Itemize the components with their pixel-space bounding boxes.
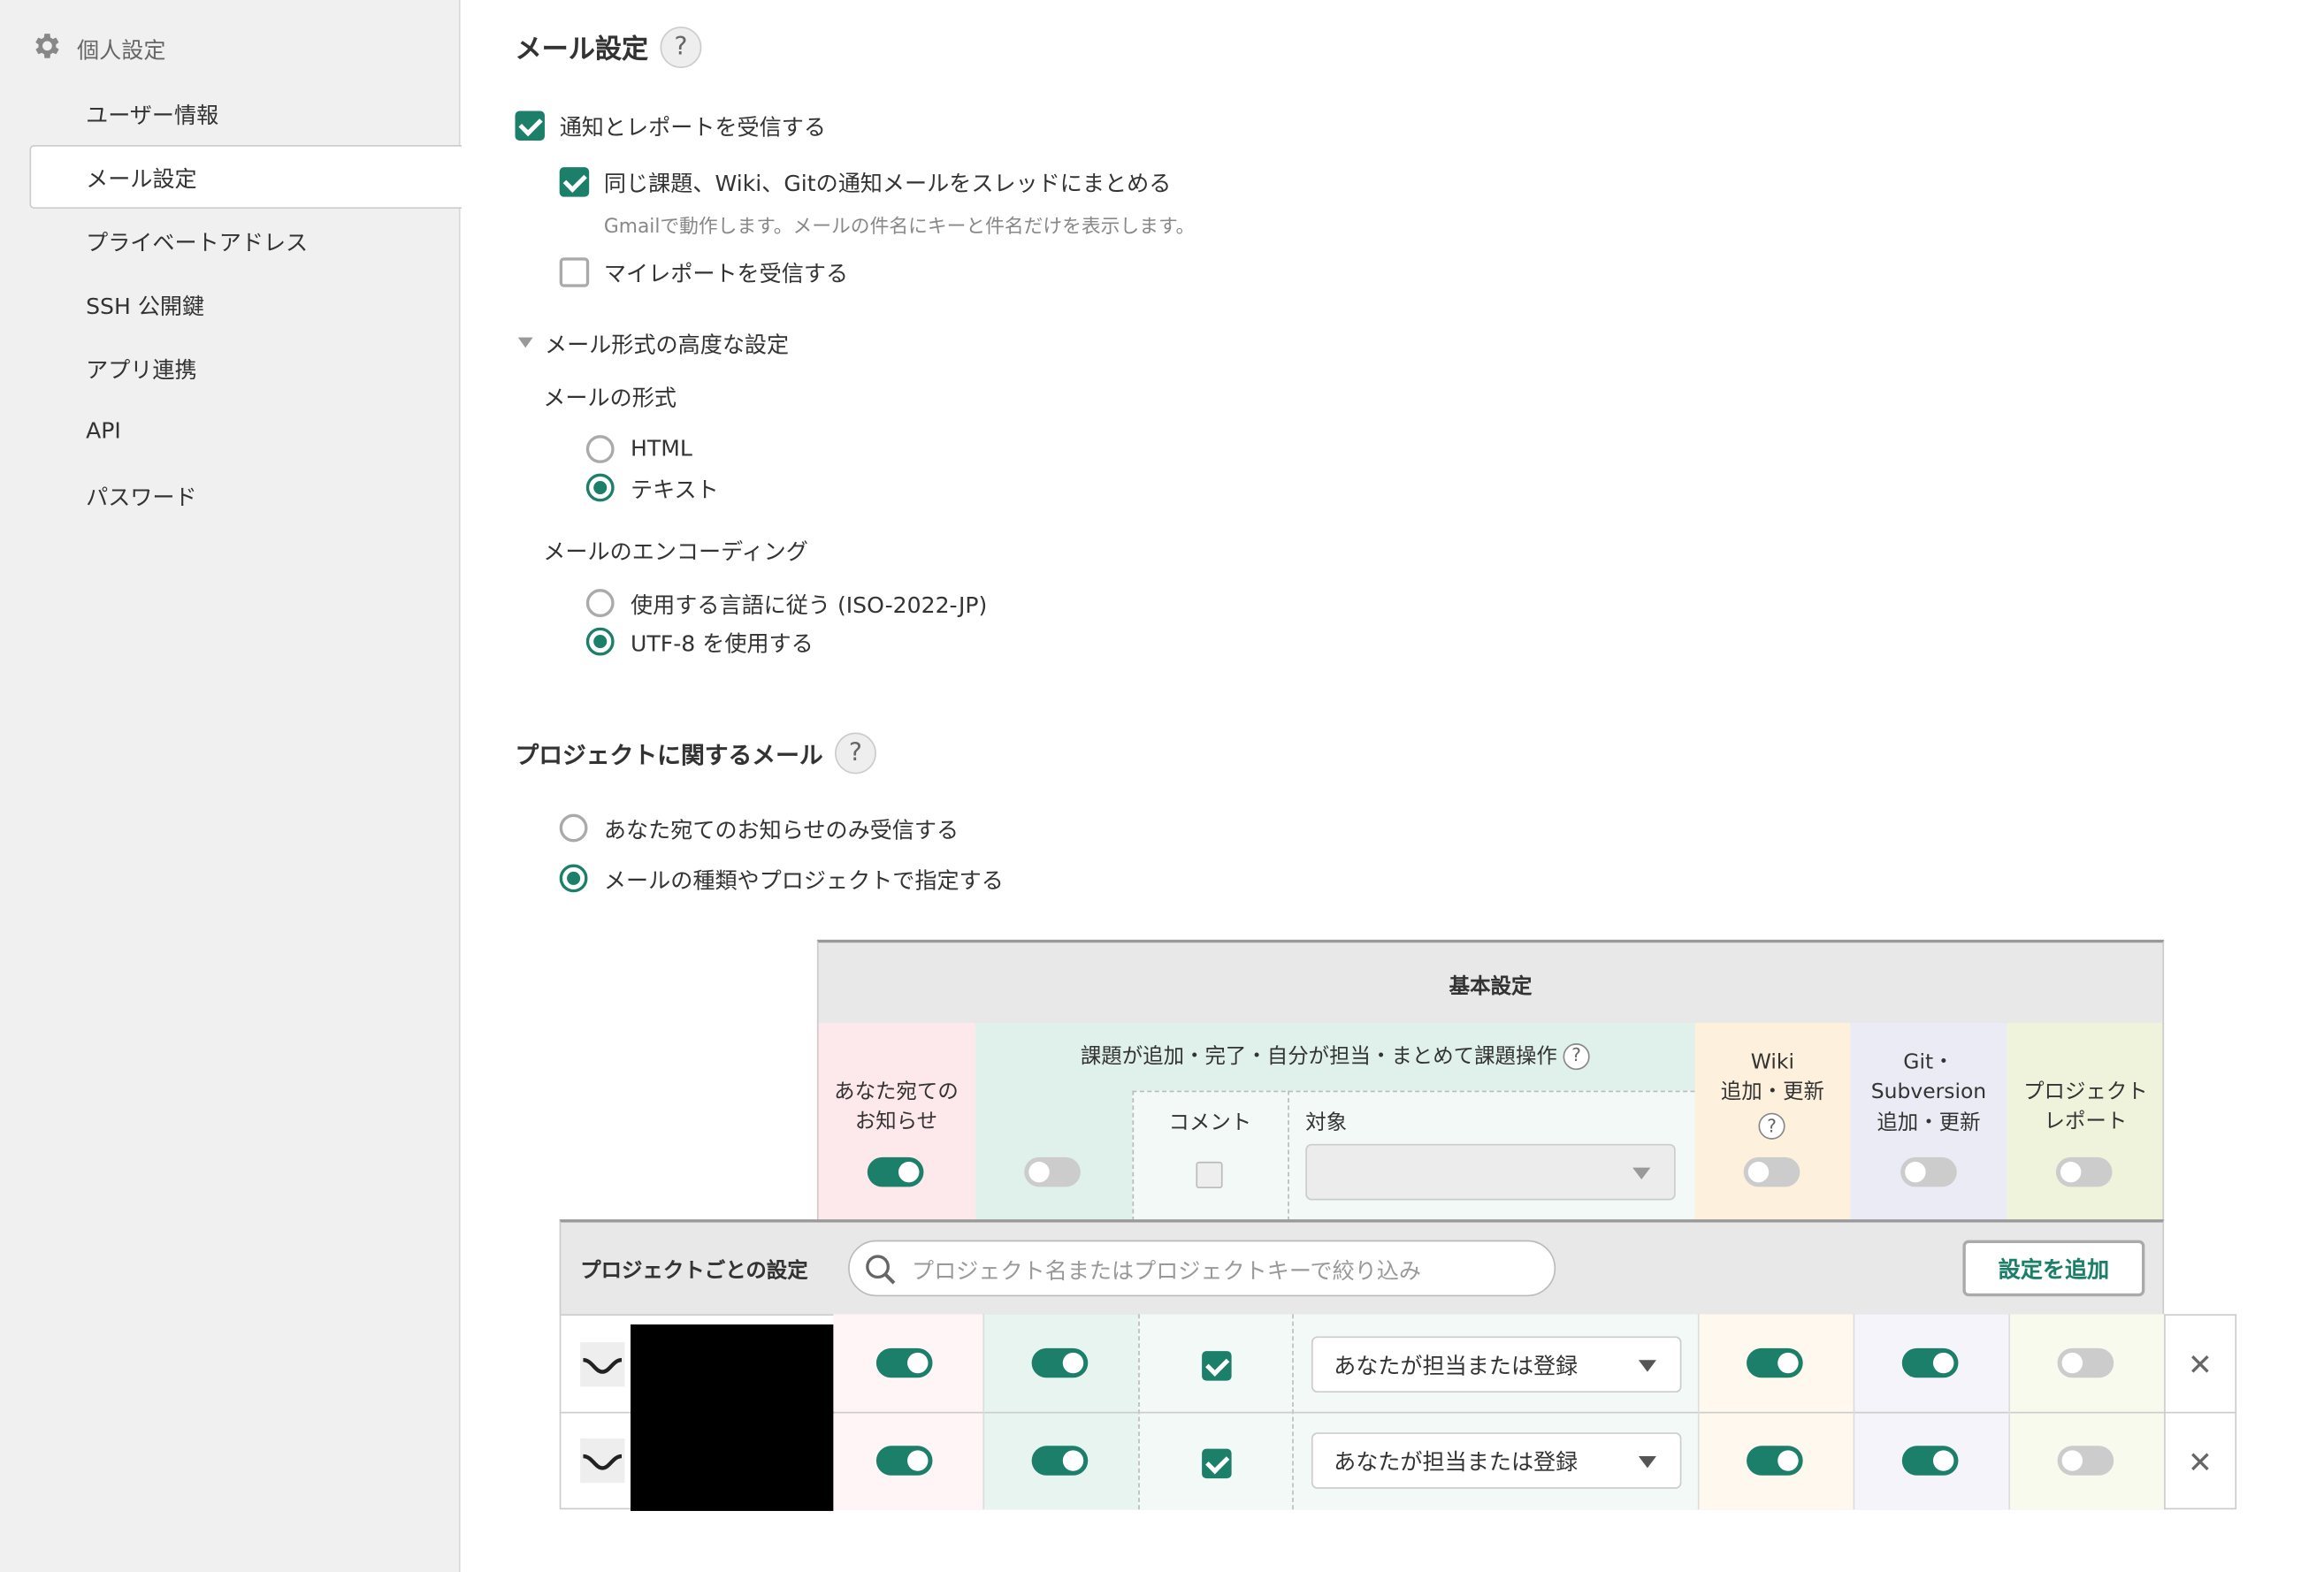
dropdown-arrow-icon bbox=[1638, 1360, 1656, 1372]
project-search-input[interactable]: プロジェクト名またはプロジェクトキーで絞り込み bbox=[848, 1240, 1556, 1297]
advanced-settings-toggle[interactable]: メール形式の高度な設定 bbox=[545, 329, 789, 360]
sidebar-item-app-integration[interactable]: アプリ連携 bbox=[86, 354, 197, 385]
col-divider bbox=[1853, 1314, 1855, 1510]
project-mail-custom-label: メールの種類やプロジェクトで指定する bbox=[603, 866, 1004, 894]
project-mail-heading: プロジェクトに関するメール ? bbox=[515, 732, 876, 775]
receive-notify-checkbox[interactable] bbox=[515, 111, 545, 141]
thread-label: 同じ課題、Wiki、Gitの通知メールをスレッドにまとめる bbox=[603, 170, 1172, 197]
format-text-radio[interactable] bbox=[585, 473, 615, 502]
col-divider bbox=[982, 1314, 985, 1510]
sidebar-item-ssh-key[interactable]: SSH 公開鍵 bbox=[86, 290, 204, 321]
col-divider bbox=[1288, 1090, 1289, 1221]
row-git-toggle[interactable] bbox=[1901, 1347, 1959, 1378]
search-placeholder: プロジェクト名またはプロジェクトキーで絞り込み bbox=[912, 1257, 1422, 1285]
col-target-header: 対象 bbox=[1305, 1111, 1348, 1135]
my-report-label: マイレポートを受信する bbox=[603, 260, 849, 287]
mail-encoding-label: メールのエンコーディング bbox=[543, 538, 808, 566]
sidebar-item-password[interactable]: パスワード bbox=[86, 481, 197, 512]
triangle-down-icon[interactable] bbox=[517, 337, 533, 348]
row-report-toggle[interactable] bbox=[2057, 1347, 2114, 1378]
col-git-header: Git・ Subversion 追加・更新 bbox=[1870, 1050, 1987, 1135]
thread-checkbox[interactable] bbox=[559, 167, 590, 197]
encoding-iso-radio[interactable] bbox=[585, 589, 615, 617]
col-divider bbox=[2164, 1314, 2166, 1510]
project-mail-only-mine-radio[interactable] bbox=[559, 813, 588, 843]
basic-settings-title: 基本設定 bbox=[1449, 975, 1533, 999]
col-report-header: プロジェクト レポート bbox=[2023, 1080, 2148, 1134]
default-target-select[interactable] bbox=[1305, 1143, 1676, 1201]
row-target-select[interactable]: あなたが担当または登録 bbox=[1311, 1336, 1682, 1393]
project-name-redacted bbox=[631, 1324, 834, 1414]
sidebar-item-api[interactable]: API bbox=[86, 417, 121, 444]
chevron-down-icon[interactable] bbox=[580, 1438, 625, 1484]
sidebar: 個人設定 ユーザー情報 メール設定 プライベートアドレス SSH 公開鍵 アプリ… bbox=[0, 0, 463, 1572]
close-icon[interactable]: ✕ bbox=[2188, 1445, 2213, 1480]
col-divider bbox=[2008, 1314, 2011, 1510]
encoding-iso-label: 使用する言語に従う (ISO-2022-JP) bbox=[631, 591, 988, 619]
project-settings-label: プロジェクトごとの設定 bbox=[580, 1259, 808, 1284]
col-comment-header: コメント bbox=[1168, 1111, 1252, 1135]
col-wiki-header: Wiki 追加・更新 bbox=[1720, 1050, 1824, 1105]
sidebar-item-private-address[interactable]: プライベートアドレス bbox=[86, 226, 308, 257]
format-text-label: テキスト bbox=[631, 476, 719, 504]
format-html-label: HTML bbox=[631, 435, 692, 462]
mail-settings-heading: メール設定 ? bbox=[515, 27, 702, 68]
default-git-toggle[interactable] bbox=[1900, 1156, 1957, 1187]
help-icon[interactable]: ? bbox=[660, 27, 702, 68]
col-divider bbox=[1697, 1314, 1700, 1510]
chevron-down-icon[interactable] bbox=[580, 1342, 625, 1387]
row-notice-toggle[interactable] bbox=[875, 1347, 933, 1378]
mail-format-label: メールの形式 bbox=[543, 385, 677, 412]
project-mail-only-mine-label: あなた宛てのお知らせのみ受信する bbox=[603, 816, 959, 844]
col-issue-header: 課題が追加・完了・自分が担当・まとめて課題操作 ? bbox=[975, 1042, 1694, 1072]
help-icon[interactable]: ? bbox=[1758, 1110, 1785, 1140]
help-icon[interactable]: ? bbox=[835, 732, 876, 775]
row-issue-toggle[interactable] bbox=[1031, 1446, 1089, 1476]
row-report-toggle[interactable] bbox=[2057, 1446, 2114, 1476]
project-mail-custom-radio[interactable] bbox=[559, 864, 588, 893]
row-comment-checkbox[interactable] bbox=[1202, 1351, 1232, 1381]
search-icon bbox=[864, 1254, 897, 1293]
my-report-checkbox[interactable] bbox=[559, 257, 590, 287]
sidebar-item-user-info[interactable]: ユーザー情報 bbox=[86, 99, 218, 130]
sidebar-item-mail-settings[interactable]: メール設定 bbox=[86, 163, 197, 194]
default-comment-checkbox[interactable] bbox=[1196, 1161, 1223, 1189]
sidebar-title: 個人設定 bbox=[29, 29, 165, 68]
col-notice-header: あなた宛ての お知らせ bbox=[834, 1080, 959, 1134]
project-name-redacted bbox=[631, 1411, 834, 1511]
help-icon[interactable]: ? bbox=[1563, 1043, 1590, 1071]
row-target-select[interactable]: あなたが担当または登録 bbox=[1311, 1432, 1682, 1489]
row-issue-toggle[interactable] bbox=[1031, 1347, 1089, 1378]
add-setting-button[interactable]: 設定を追加 bbox=[1962, 1240, 2145, 1297]
receive-notify-label: 通知とレポートを受信する bbox=[559, 113, 827, 141]
encoding-utf8-radio[interactable] bbox=[585, 627, 615, 656]
close-icon[interactable]: ✕ bbox=[2188, 1347, 2213, 1382]
format-html-radio[interactable] bbox=[585, 435, 615, 463]
default-issue-toggle[interactable] bbox=[1024, 1156, 1081, 1187]
dropdown-arrow-icon bbox=[1638, 1456, 1656, 1469]
row-comment-checkbox[interactable] bbox=[1202, 1448, 1232, 1479]
gear-icon bbox=[29, 29, 62, 68]
default-notice-toggle[interactable] bbox=[867, 1156, 924, 1187]
thread-note: Gmailで動作します。メールの件名にキーと件名だけを表示します。 bbox=[603, 216, 1196, 239]
row-notice-toggle[interactable] bbox=[875, 1446, 933, 1476]
row-wiki-toggle[interactable] bbox=[1747, 1446, 1803, 1476]
row-git-toggle[interactable] bbox=[1901, 1446, 1959, 1476]
dropdown-arrow-icon bbox=[1632, 1167, 1651, 1180]
row-wiki-toggle[interactable] bbox=[1747, 1347, 1803, 1378]
default-wiki-toggle[interactable] bbox=[1743, 1156, 1800, 1187]
default-report-toggle[interactable] bbox=[2055, 1156, 2113, 1187]
encoding-utf8-label: UTF-8 を使用する bbox=[631, 630, 814, 658]
